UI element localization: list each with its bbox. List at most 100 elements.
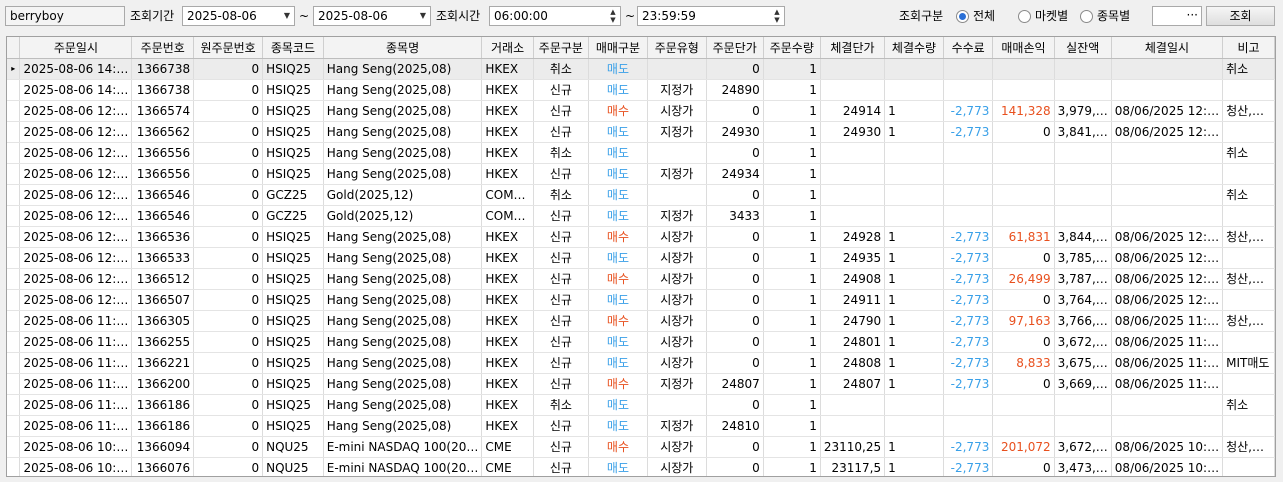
column-header[interactable]: 주문번호 xyxy=(131,37,195,59)
column-header[interactable]: 비고 xyxy=(1222,37,1275,59)
table-cell: 시장가 xyxy=(647,289,707,311)
row-indicator-cell xyxy=(7,184,21,206)
time-from-spinner[interactable]: 06:00:00 ▲ ▼ xyxy=(489,6,621,26)
table-row[interactable]: 2025-08-06 14:… 1366738 0 HSIQ25 Hang Seng(2… xyxy=(7,79,1275,101)
table-cell: 0 xyxy=(193,331,264,353)
table-cell: 2025-08-06 12:… xyxy=(19,121,133,143)
table-row[interactable]: 2025-08-06 12:… 1366556 0 HSIQ25 Hang Seng(2… xyxy=(7,163,1275,185)
column-header[interactable]: 주문수량 xyxy=(763,37,821,59)
column-header[interactable]: 체결단가 xyxy=(820,37,886,59)
column-header[interactable]: 주문구분 xyxy=(533,37,590,59)
table-cell: 3,764,… xyxy=(1054,289,1112,311)
column-header[interactable]: 주문단가 xyxy=(706,37,764,59)
table-cell xyxy=(1222,247,1275,269)
user-id-field[interactable]: berryboy xyxy=(5,6,125,26)
time-to-spinner[interactable]: 23:59:59 ▲ ▼ xyxy=(637,6,785,26)
table-cell: HSIQ25 xyxy=(262,142,324,164)
table-row[interactable]: 2025-08-06 12:… 1366556 0 HSIQ25 Hang Seng(2… xyxy=(7,142,1275,164)
table-cell: -2,773 xyxy=(943,247,994,269)
table-row[interactable]: 2025-08-06 12:… 1366546 0 GCZ25 Gold(2025,12… xyxy=(7,184,1275,206)
date-from-picker[interactable]: 2025-08-06 ▼ xyxy=(182,6,295,26)
table-cell: 0 xyxy=(706,142,764,164)
table-cell xyxy=(992,205,1055,227)
table-row[interactable]: ▸ 2025-08-06 14:… 1366738 0 HSIQ25 Hang Seng(… xyxy=(7,58,1275,80)
radio-all[interactable]: 전체 xyxy=(956,6,995,26)
date-to-picker[interactable]: 2025-08-06 ▼ xyxy=(313,6,431,26)
column-header[interactable]: 종목명 xyxy=(323,37,483,59)
table-cell: 08/06/2025 11:… xyxy=(1111,331,1224,353)
column-header[interactable]: 체결일시 xyxy=(1111,37,1224,59)
table-cell: 1 xyxy=(763,205,821,227)
radio-market-label: 마켓별 xyxy=(1035,9,1069,23)
table-cell: 1366533 xyxy=(131,247,195,269)
ellipsis-icon[interactable]: ··· xyxy=(1187,7,1198,23)
table-cell: COM… xyxy=(481,184,534,206)
table-cell: 3,785,… xyxy=(1054,247,1112,269)
table-row[interactable]: 2025-08-06 12:… 1366533 0 HSIQ25 Hang Seng(2… xyxy=(7,247,1275,269)
table-row[interactable]: 2025-08-06 11:… 1366186 0 HSIQ25 Hang Seng(2… xyxy=(7,394,1275,416)
column-header[interactable]: 종목코드 xyxy=(262,37,324,59)
chevron-down-icon[interactable]: ▼ xyxy=(280,7,294,25)
table-row[interactable]: 2025-08-06 12:… 1366546 0 GCZ25 Gold(2025,12… xyxy=(7,205,1275,227)
table-row[interactable]: 2025-08-06 12:… 1366512 0 HSIQ25 Hang Seng(2… xyxy=(7,268,1275,290)
table-row[interactable]: 2025-08-06 12:… 1366536 0 HSIQ25 Hang Seng(2… xyxy=(7,226,1275,248)
table-cell: 매도 xyxy=(588,58,648,80)
table-cell: 3,844,… xyxy=(1054,226,1112,248)
table-cell: 0 xyxy=(706,268,764,290)
query-button[interactable]: 조회 xyxy=(1206,6,1275,26)
table-cell: 08/06/2025 10:… xyxy=(1111,457,1224,476)
table-row[interactable]: 2025-08-06 11:… 1366305 0 HSIQ25 Hang Seng(2… xyxy=(7,310,1275,332)
column-header[interactable]: 체결수량 xyxy=(884,37,944,59)
table-cell: -2,773 xyxy=(943,226,994,248)
radio-market[interactable]: 마켓별 xyxy=(1018,6,1068,26)
table-cell xyxy=(992,394,1055,416)
table-row[interactable]: 2025-08-06 11:… 1366255 0 HSIQ25 Hang Seng(2… xyxy=(7,331,1275,353)
table-cell: GCZ25 xyxy=(262,205,324,227)
table-row[interactable]: 2025-08-06 10:… 1366094 0 NQU25 E-mini NASDA… xyxy=(7,436,1275,458)
column-header[interactable]: 거래소 xyxy=(481,37,534,59)
column-header[interactable]: 주문일시 xyxy=(19,37,133,59)
table-row[interactable]: 2025-08-06 11:… 1366200 0 HSIQ25 Hang Seng(2… xyxy=(7,373,1275,395)
table-cell: 0 xyxy=(193,352,264,374)
column-header[interactable]: 원주문번호 xyxy=(193,37,264,59)
column-header[interactable]: 수수료 xyxy=(943,37,994,59)
column-header[interactable]: 매매구분 xyxy=(588,37,648,59)
spin-arrows-icon[interactable]: ▲ ▼ xyxy=(770,7,784,25)
table-cell: 24807 xyxy=(706,373,764,395)
table-cell: HKEX xyxy=(481,100,534,122)
toolbar: berryboy 조회기간 2025-08-06 ▼ ~ 2025-08-06 … xyxy=(0,0,1283,34)
radio-symbol[interactable]: 종목별 xyxy=(1080,6,1130,26)
table-row[interactable]: 2025-08-06 11:… 1366221 0 HSIQ25 Hang Seng(2… xyxy=(7,352,1275,374)
table-cell xyxy=(992,79,1055,101)
table-cell: CME xyxy=(481,436,534,458)
table-cell xyxy=(647,394,707,416)
table-cell: 08/06/2025 12:… xyxy=(1111,121,1224,143)
table-cell: CME xyxy=(481,457,534,476)
row-indicator-cell xyxy=(7,373,21,395)
column-header[interactable]: 매매손익 xyxy=(992,37,1055,59)
table-row[interactable]: 2025-08-06 10:… 1366076 0 NQU25 E-mini NASDA… xyxy=(7,457,1275,476)
table-cell: 1366738 xyxy=(131,58,195,80)
table-row[interactable]: 2025-08-06 12:… 1366574 0 HSIQ25 Hang Seng(2… xyxy=(7,100,1275,122)
table-cell xyxy=(820,394,886,416)
table-header: 주문일시 주문번호 원주문번호 종목코드 종목명 거래소 주문구분 매매구분 주문유형 주문단가 주… xyxy=(7,37,1275,59)
table-row[interactable]: 2025-08-06 12:… 1366562 0 HSIQ25 Hang Seng(2… xyxy=(7,121,1275,143)
spin-arrows-icon[interactable]: ▲ ▼ xyxy=(606,7,620,25)
table-row[interactable]: 2025-08-06 12:… 1366507 0 HSIQ25 Hang Seng(2… xyxy=(7,289,1275,311)
table-cell xyxy=(943,79,994,101)
table-cell: 매도 xyxy=(588,142,648,164)
table-cell: Hang Seng(2025,08) xyxy=(323,310,483,332)
table-cell: 24930 xyxy=(820,121,886,143)
table-cell: 24790 xyxy=(820,310,886,332)
column-header[interactable]: 실잔액 xyxy=(1054,37,1112,59)
table-cell: 24928 xyxy=(820,226,886,248)
symbol-search-input[interactable]: ··· xyxy=(1152,6,1202,26)
table-cell: 0 xyxy=(193,268,264,290)
table-cell: 청산,… xyxy=(1222,268,1275,290)
table-cell: HSIQ25 xyxy=(262,79,324,101)
column-header[interactable]: 주문유형 xyxy=(647,37,707,59)
row-indicator-cell xyxy=(7,436,21,458)
table-row[interactable]: 2025-08-06 11:… 1366186 0 HSIQ25 Hang Seng(2… xyxy=(7,415,1275,437)
table-cell xyxy=(884,79,944,101)
chevron-down-icon[interactable]: ▼ xyxy=(416,7,430,25)
